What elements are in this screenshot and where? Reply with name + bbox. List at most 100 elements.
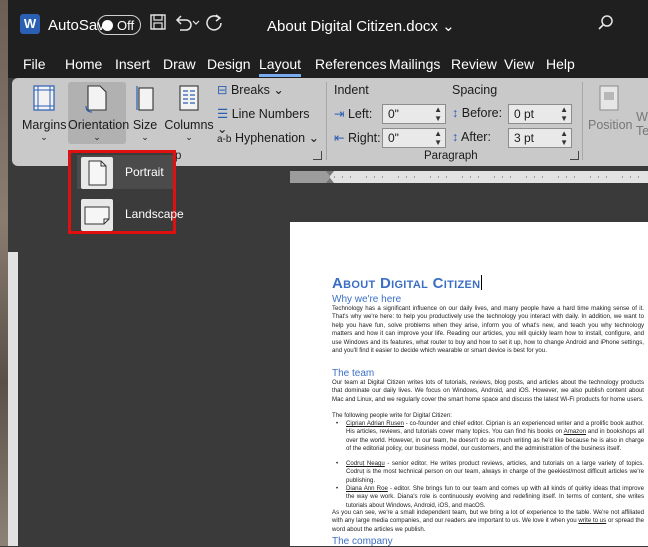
tab-draw[interactable]: Draw [163,56,196,72]
indent-left-spinner[interactable]: 0" ▲ ▼ [382,104,446,124]
spacing-after-spinner[interactable]: 3 pt ▲ ▼ [508,128,572,148]
size-label: Size [132,118,158,132]
link-amazon[interactable]: Amazon [564,428,586,435]
ruler-margin [290,171,330,183]
hyphenation-button[interactable]: a-b Hyphenation ⌄ [217,130,323,148]
list-item: Ciprian Adrian Rusen - co-founder and ch… [336,420,644,454]
tab-review[interactable]: Review [451,56,497,72]
tab-design[interactable]: Design [207,56,251,72]
tab-view[interactable]: View [504,56,534,72]
size-button[interactable]: Size ⌄ [130,82,160,144]
line-numbers-label: Line Numbers [231,107,310,121]
tab-insert[interactable]: Insert [115,56,150,72]
spacing-before-text: Before: [461,106,503,120]
chevron-down-icon: ⌄ [93,132,101,142]
position-button[interactable]: Position [588,82,632,144]
ribbon-separator [582,82,583,160]
document-title[interactable]: About Digital Citizen.docx ⌄ [267,17,455,35]
link-write-to-us[interactable]: write to us [578,517,606,524]
spinner-arrows-icon[interactable]: ▲ ▼ [434,105,442,123]
line-numbers-icon: ☰ [217,107,229,121]
portrait-label: Portrait [125,165,164,179]
orientation-button[interactable]: Orientation ⌄ [68,82,129,144]
spacing-before-spinner[interactable]: 0 pt ▲ ▼ [508,104,572,124]
indent-right-value: 0" [388,131,399,145]
hyphenation-icon: a-b [217,134,232,145]
margins-label: Margins [22,118,67,132]
text-cursor [481,275,483,290]
landscape-option[interactable]: Landscape [77,197,184,231]
tab-layout[interactable]: Layout [259,56,302,77]
link-ciprian[interactable]: Ciprian Adrian Rusen [346,420,404,427]
list-item: Diana Ann Roe - editor. She brings fun t… [336,485,644,510]
position-icon [599,85,619,111]
wrap-text-button[interactable]: W Te [636,82,648,144]
paragraph-group-label: Paragraph [424,150,478,162]
document-heading: About Digital Citizen [332,275,483,292]
page-setup-launcher-icon[interactable] [313,151,322,160]
paragraph-small-team: As you can see, we're a small independen… [332,509,644,534]
breaks-label: Breaks [230,83,270,97]
autosave-state: Off [117,18,135,33]
size-icon [136,86,154,111]
line-numbers-button[interactable]: ☰ Line Numbers ⌄ [217,106,323,136]
columns-button[interactable]: Columns ⌄ [164,82,214,144]
link-codrut[interactable]: Codruț Neagu [346,460,385,467]
spacing-after-text: After: [461,130,491,144]
tab-home[interactable]: Home [65,56,102,72]
margins-button[interactable]: Margins ⌄ [22,82,66,144]
spinner-arrows-icon[interactable]: ▲ ▼ [560,105,568,123]
title-bar: W AutoSave Off About Digital Citizen.doc… [8,0,648,52]
tab-file[interactable]: File [23,56,46,72]
list-item-text: - editor. She brings fun to our team and… [346,485,644,509]
link-diana[interactable]: Diana Ann Roe [346,485,388,492]
spacing-after-value: 3 pt [514,131,535,145]
margins-icon [33,85,55,111]
indent-right-text: Right: [347,131,381,145]
list-item-text: - senior editor. He writes product revie… [346,460,644,484]
indent-right-spinner[interactable]: 0" ▲ ▼ [382,128,446,148]
vertical-ruler[interactable] [8,252,18,546]
indent-right-label: ⇤ Right: [334,130,381,145]
paragraph-why: Technology has a significant influence o… [332,305,644,355]
search-icon[interactable] [597,14,615,37]
heading-company: The company [332,536,393,547]
save-icon[interactable] [149,13,167,36]
spacing-before-label: ↕ Before: [452,106,502,120]
spacing-after-label: ↕ After: [452,130,491,144]
chevron-down-icon: ⌄ [40,132,48,142]
landscape-label: Landscape [125,207,184,221]
heading-why: Why we're here [332,294,402,305]
spinner-arrows-icon[interactable]: ▲ ▼ [434,129,442,147]
toggle-knob [102,20,113,31]
tab-mailings[interactable]: Mailings [389,56,440,72]
spinner-arrows-icon[interactable]: ▲ ▼ [560,129,568,147]
chevron-down-icon: ⌄ [141,132,149,142]
spacing-before-icon: ↕ [452,106,459,120]
wrap-text-label-2: Te [636,124,648,138]
horizontal-ruler[interactable] [290,171,648,183]
landscape-icon [81,199,113,231]
document-page[interactable]: About Digital Citizen Why we're here Tec… [290,222,648,547]
orientation-dropdown: Portrait Landscape [68,150,184,234]
orientation-icon [85,85,107,113]
tab-help[interactable]: Help [546,56,575,72]
spacing-after-icon: ↕ [452,130,459,144]
list-item: Codruț Neagu - senior editor. He writes … [336,460,644,485]
word-logo-icon: W [20,14,40,34]
paragraph-launcher-icon[interactable] [570,151,579,160]
tab-references[interactable]: References [315,56,387,72]
wrap-text-label: W [636,110,648,124]
indent-left-text: Left: [347,107,373,121]
autosave-toggle[interactable]: Off [97,15,141,35]
indent-left-label: ⇥ Left: [334,106,372,121]
breaks-button[interactable]: ⊟ Breaks ⌄ [217,82,323,100]
redo-icon[interactable] [206,13,224,36]
portrait-option[interactable]: Portrait [77,155,173,189]
document-heading-text: About Digital Citizen [332,275,481,292]
heading-team: The team [332,368,375,379]
portrait-icon [81,157,113,189]
ribbon-tabs: File Home Insert Draw Design Layout Refe… [8,52,648,78]
indent-header: Indent [334,83,369,97]
undo-icon[interactable] [174,13,200,36]
